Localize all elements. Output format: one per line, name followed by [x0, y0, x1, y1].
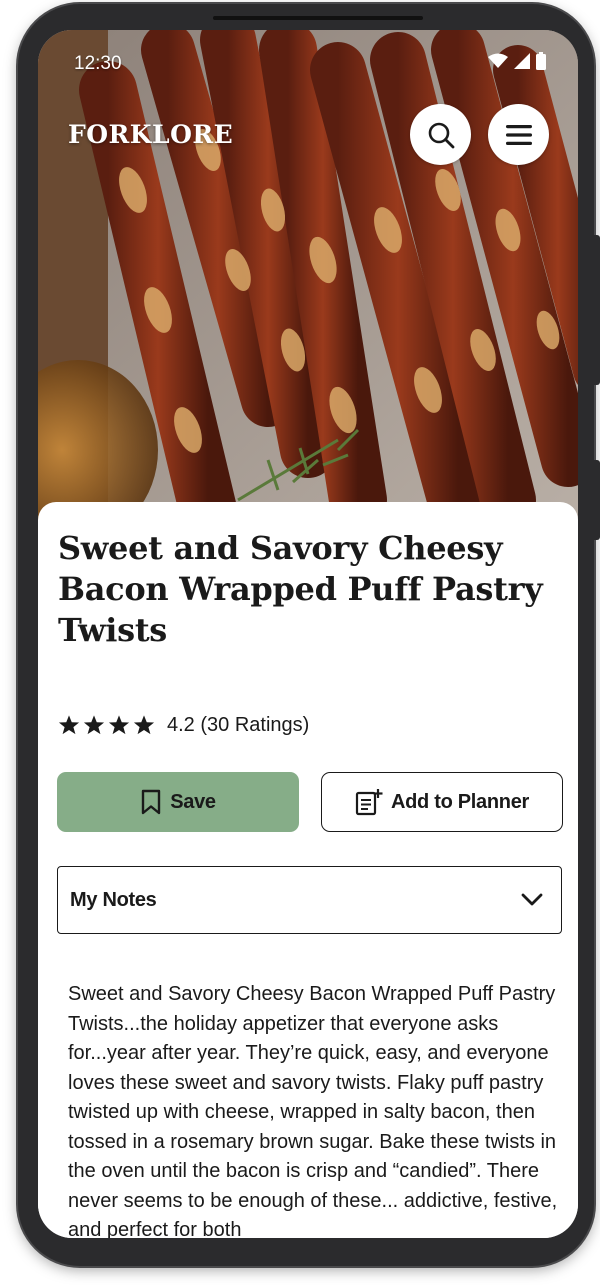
star-icon [133, 715, 155, 735]
search-button[interactable] [410, 104, 471, 165]
hamburger-menu-icon [505, 124, 532, 145]
star-icon [58, 715, 80, 735]
planner-add-icon [355, 789, 383, 816]
chevron-down-icon [521, 893, 543, 906]
phone-screen: 12:30 FORKLORE Sweet and Savory Cheesy B… [38, 30, 578, 1238]
add-to-planner-button[interactable]: Add to Planner [321, 772, 563, 832]
rating-stars [58, 714, 155, 736]
recipe-description: Sweet and Savory Cheesy Bacon Wrapped Pu… [68, 983, 558, 1238]
wifi-icon [488, 53, 508, 68]
bookmark-icon [142, 789, 161, 815]
status-bar: 12:30 [38, 30, 578, 100]
status-time: 12:30 [74, 53, 122, 74]
status-icons [488, 52, 546, 70]
recipe-content: Sweet and Savory Cheesy Bacon Wrapped Pu… [38, 502, 578, 1238]
save-button-label: Save [170, 790, 216, 813]
menu-button[interactable] [488, 104, 549, 165]
rating-text: 4.2 (30 Ratings) [167, 713, 310, 736]
my-notes-label: My Notes [70, 888, 157, 911]
hero-image: 12:30 FORKLORE [38, 30, 578, 530]
volume-button [594, 235, 600, 385]
planner-button-label: Add to Planner [390, 790, 530, 813]
battery-icon [536, 52, 546, 70]
power-button [594, 460, 600, 540]
bacon-twists-photo [38, 30, 578, 530]
search-icon [428, 122, 454, 148]
cellular-signal-icon [514, 53, 530, 69]
rating-row[interactable]: 4.2 (30 Ratings) [58, 710, 309, 740]
star-icon [108, 715, 130, 735]
save-button[interactable]: Save [57, 772, 299, 832]
recipe-title: Sweet and Savory Cheesy Bacon Wrapped Pu… [58, 529, 543, 649]
phone-speaker [213, 16, 423, 20]
my-notes-dropdown[interactable]: My Notes [57, 866, 562, 934]
star-icon [83, 715, 105, 735]
brand-logo[interactable]: FORKLORE [68, 120, 233, 149]
